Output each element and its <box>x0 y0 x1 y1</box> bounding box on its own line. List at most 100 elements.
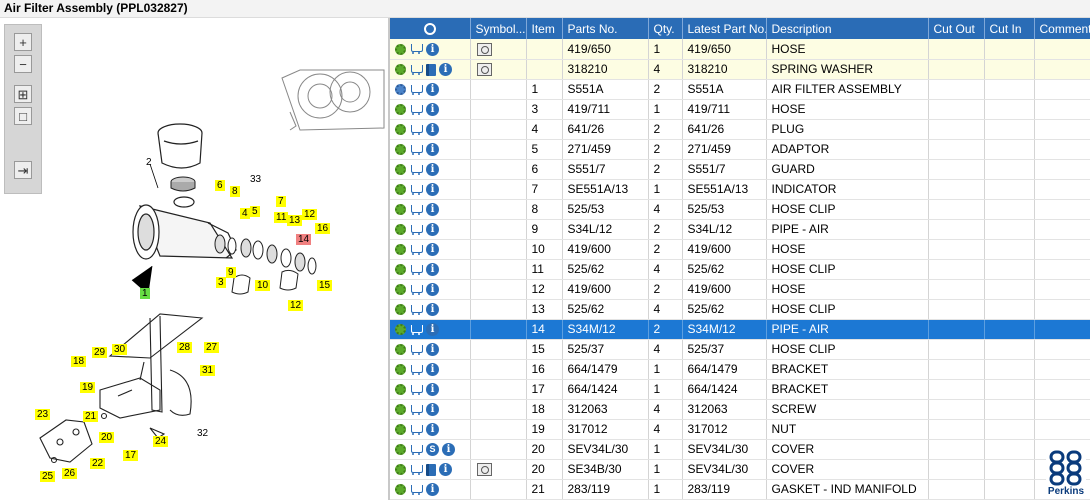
gear-icon[interactable] <box>395 424 406 436</box>
callout-30[interactable]: 30 <box>112 344 128 355</box>
shopping-cart-icon[interactable] <box>409 364 423 376</box>
shopping-cart-icon[interactable] <box>409 124 423 136</box>
shopping-cart-icon[interactable] <box>409 104 423 116</box>
gear-icon[interactable] <box>395 204 406 216</box>
gear-icon[interactable] <box>395 444 406 456</box>
callout-21[interactable]: 21 <box>83 411 99 422</box>
info-icon[interactable]: i <box>439 63 452 77</box>
column-header-parts-no[interactable]: Parts No. <box>562 18 649 39</box>
shopping-cart-icon[interactable] <box>409 264 423 276</box>
gear-icon[interactable] <box>395 184 406 196</box>
callout-25[interactable]: 25 <box>40 471 56 482</box>
shopping-cart-icon[interactable] <box>409 484 423 496</box>
gear-icon[interactable] <box>395 224 406 236</box>
shopping-cart-icon[interactable] <box>409 184 423 196</box>
info-icon[interactable]: i <box>426 363 439 377</box>
supersession-icon[interactable]: S <box>426 443 439 457</box>
callout-3[interactable]: 3 <box>216 277 226 288</box>
callout-32[interactable]: 32 <box>197 428 208 439</box>
table-row[interactable]: Si 20 SEV34L/30 1 SEV34L/30 COVER <box>390 439 1090 460</box>
gear-icon[interactable] <box>395 364 406 376</box>
info-icon[interactable]: i <box>426 163 439 177</box>
column-header-latest-part-no[interactable]: Latest Part No. <box>682 18 767 39</box>
callout-16[interactable]: 16 <box>315 223 331 234</box>
symbol-icon[interactable] <box>476 63 492 77</box>
info-icon[interactable]: i <box>426 403 439 417</box>
callout-9[interactable]: 9 <box>226 267 236 278</box>
gear-icon[interactable] <box>395 284 406 296</box>
info-icon[interactable]: i <box>426 383 439 397</box>
table-row[interactable]: i 4 641/26 2 641/26 PLUG <box>390 119 1090 140</box>
info-icon[interactable]: i <box>426 323 439 337</box>
gear-icon[interactable] <box>395 324 406 336</box>
callout-33[interactable]: 33 <box>250 174 261 185</box>
shopping-cart-icon[interactable] <box>409 404 423 416</box>
info-icon[interactable]: i <box>426 42 439 56</box>
diagram-pane[interactable]: + − ⊞ □ ⇥ 1 2 33 6 8 7 4 5 12 11 13 16 1… <box>0 18 388 500</box>
table-row[interactable]: i 13 525/62 4 525/62 HOSE CLIP <box>390 299 1090 320</box>
shopping-cart-icon[interactable] <box>409 344 423 356</box>
info-icon[interactable]: i <box>426 283 439 297</box>
gear-icon[interactable] <box>395 484 406 496</box>
shopping-cart-icon[interactable] <box>409 424 423 436</box>
shopping-cart-icon[interactable] <box>409 164 423 176</box>
info-icon[interactable]: i <box>426 303 439 317</box>
table-row[interactable]: i 9 S34L/12 2 S34L/12 PIPE - AIR <box>390 219 1090 240</box>
callout-14[interactable]: 14 <box>296 234 312 245</box>
table-row[interactable]: i 6 S551/7 2 S551/7 GUARD <box>390 159 1090 180</box>
symbol-icon[interactable] <box>476 463 492 477</box>
callout-17[interactable]: 17 <box>123 450 139 461</box>
column-header-description[interactable]: Description <box>766 18 929 39</box>
callout-20[interactable]: 20 <box>99 432 115 443</box>
shopping-cart-icon[interactable] <box>409 384 423 396</box>
table-row[interactable]: i 3 419/711 1 419/711 HOSE <box>390 99 1090 120</box>
symbol-icon[interactable] <box>476 42 492 56</box>
callout-12-top[interactable]: 12 <box>302 209 318 220</box>
gear-icon[interactable] <box>395 164 406 176</box>
shopping-cart-icon[interactable] <box>409 224 423 236</box>
gear-icon[interactable] <box>395 43 406 55</box>
callout-29[interactable]: 29 <box>92 347 108 358</box>
callout-23[interactable]: 23 <box>35 409 51 420</box>
column-header-icons[interactable] <box>390 18 471 39</box>
callout-6[interactable]: 6 <box>215 180 225 191</box>
callout-27[interactable]: 27 <box>204 342 220 353</box>
book-icon[interactable] <box>426 463 436 476</box>
search-columns-icon[interactable] <box>423 23 436 36</box>
callout-12-bottom[interactable]: 12 <box>288 300 304 311</box>
info-icon[interactable]: i <box>426 483 439 497</box>
info-icon[interactable]: i <box>426 123 439 137</box>
gear-icon[interactable] <box>395 344 406 356</box>
table-row[interactable]: i 15 525/37 4 525/37 HOSE CLIP <box>390 339 1090 360</box>
gear-icon[interactable] <box>395 404 406 416</box>
table-row[interactable]: i 19 317012 4 317012 NUT <box>390 419 1090 440</box>
gear-icon[interactable] <box>395 104 406 116</box>
callout-15[interactable]: 15 <box>317 280 333 291</box>
callout-24[interactable]: 24 <box>153 436 169 447</box>
column-header-comment[interactable]: Comment <box>1034 18 1090 39</box>
info-icon[interactable]: i <box>426 143 439 157</box>
callout-2[interactable]: 2 <box>146 157 152 168</box>
column-header-item[interactable]: Item <box>526 18 563 39</box>
info-icon[interactable]: i <box>426 263 439 277</box>
shopping-cart-icon[interactable] <box>409 204 423 216</box>
column-header-symbol[interactable]: Symbol... <box>470 18 527 39</box>
callout-8[interactable]: 8 <box>230 186 240 197</box>
shopping-cart-icon[interactable] <box>409 304 423 316</box>
book-icon[interactable] <box>426 63 436 76</box>
gear-icon[interactable] <box>395 84 406 96</box>
shopping-cart-icon[interactable] <box>409 284 423 296</box>
table-row[interactable]: i 1 S551A 2 S551A AIR FILTER ASSEMBLY <box>390 79 1090 100</box>
shopping-cart-icon[interactable] <box>409 64 423 76</box>
table-row[interactable]: i 17 664/1424 1 664/1424 BRACKET <box>390 379 1090 400</box>
callout-19[interactable]: 19 <box>80 382 96 393</box>
info-icon[interactable]: i <box>439 463 452 477</box>
table-row[interactable]: i 18 312063 4 312063 SCREW <box>390 399 1090 420</box>
shopping-cart-icon[interactable] <box>409 444 423 456</box>
gear-icon[interactable] <box>395 464 406 476</box>
table-row[interactable]: i 14 S34M/12 2 S34M/12 PIPE - AIR <box>390 319 1090 340</box>
table-row[interactable]: i 21 283/119 1 283/119 GASKET - IND MANIFOLD <box>390 479 1090 500</box>
callout-1[interactable]: 1 <box>140 288 150 299</box>
table-row[interactable]: i 318210 4 318210 SPRING WASHER <box>390 59 1090 80</box>
shopping-cart-icon[interactable] <box>409 244 423 256</box>
